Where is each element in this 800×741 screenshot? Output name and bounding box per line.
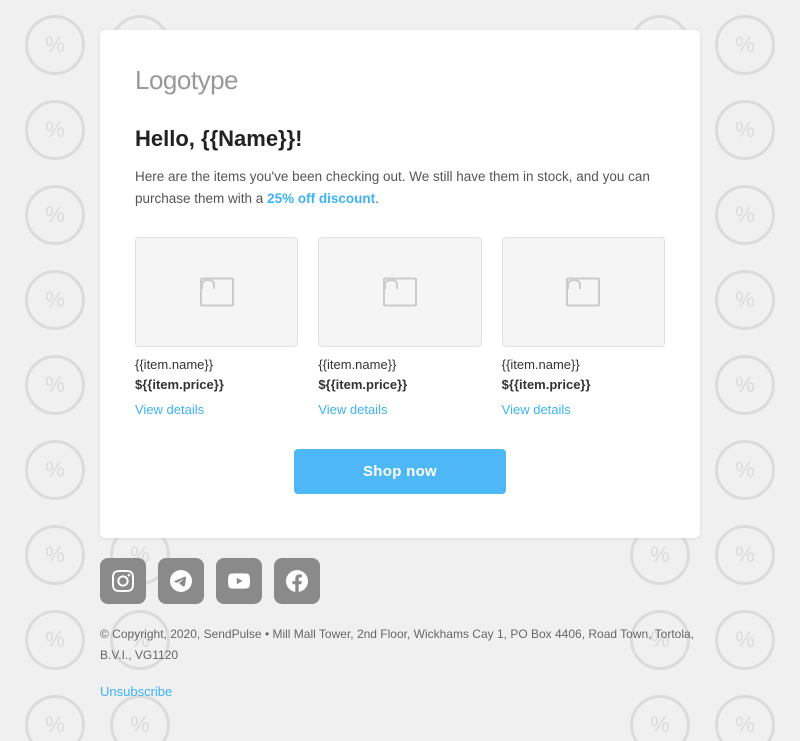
body-text-before: Here are the items you've been checking …: [135, 169, 650, 206]
product-image-2: [318, 237, 481, 347]
page-wrapper: Logotype Hello, {{Name}}! Here are the i…: [0, 0, 800, 741]
logo-light: type: [191, 65, 238, 95]
product-image-1: [135, 237, 298, 347]
product-price-1: ${{item.price}}: [135, 377, 298, 392]
email-card: Logotype Hello, {{Name}}! Here are the i…: [100, 30, 700, 538]
logo-text: Logotype: [135, 65, 238, 95]
product-name-2: {{item.name}}: [318, 357, 481, 372]
greeting-text: Hello, {{Name}}!: [135, 126, 665, 152]
body-text: Here are the items you've been checking …: [135, 166, 665, 209]
product-image-3: [502, 237, 665, 347]
product-item-3: {{item.name}} ${{item.price}} View detai…: [502, 237, 665, 417]
cta-container: Shop now: [135, 449, 665, 494]
facebook-icon[interactable]: [274, 558, 320, 604]
youtube-icon[interactable]: [216, 558, 262, 604]
footer: © Copyright, 2020, SendPulse • Mill Mall…: [100, 538, 700, 701]
product-link-3[interactable]: View details: [502, 402, 665, 417]
telegram-icon[interactable]: [158, 558, 204, 604]
product-item-2: {{item.name}} ${{item.price}} View detai…: [318, 237, 481, 417]
product-item-1: {{item.name}} ${{item.price}} View detai…: [135, 237, 298, 417]
product-price-3: ${{item.price}}: [502, 377, 665, 392]
social-icons-row: [100, 558, 700, 604]
discount-highlight: 25% off discount: [267, 191, 375, 206]
logo: Logotype: [135, 65, 665, 96]
products-grid: {{item.name}} ${{item.price}} View detai…: [135, 237, 665, 417]
copyright-text: © Copyright, 2020, SendPulse • Mill Mall…: [100, 624, 700, 665]
product-name-1: {{item.name}}: [135, 357, 298, 372]
product-link-2[interactable]: View details: [318, 402, 481, 417]
unsubscribe-link[interactable]: Unsubscribe: [100, 684, 172, 699]
product-price-2: ${{item.price}}: [318, 377, 481, 392]
product-name-3: {{item.name}}: [502, 357, 665, 372]
instagram-icon[interactable]: [100, 558, 146, 604]
product-link-1[interactable]: View details: [135, 402, 298, 417]
shop-now-button[interactable]: Shop now: [294, 449, 506, 494]
body-text-after: .: [375, 191, 379, 206]
logo-bold: Logo: [135, 65, 191, 95]
